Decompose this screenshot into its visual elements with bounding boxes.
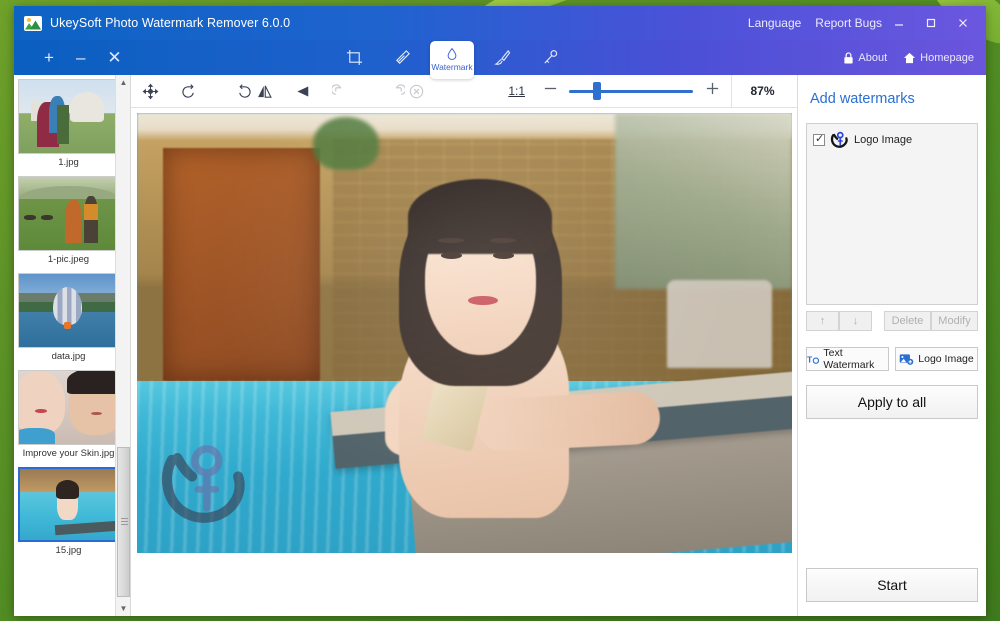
- main-toolbar: + – ✕ Wat: [14, 40, 986, 75]
- panel-spacer: [806, 419, 978, 568]
- title-bar-right: Language Report Bugs: [734, 10, 986, 36]
- thumbnail-label: 1.jpg: [18, 154, 119, 170]
- image-toolbar: 1:1 87%: [131, 75, 797, 108]
- key-logo-icon: [830, 130, 849, 149]
- zoom-slider[interactable]: [569, 84, 693, 98]
- zoom-slider-handle[interactable]: [593, 82, 601, 100]
- thumbnail-label: data.jpg: [18, 348, 119, 364]
- list-item[interactable]: 1-pic.jpeg: [18, 176, 119, 267]
- zoom-in-button[interactable]: [703, 81, 721, 101]
- picture-icon: [24, 16, 42, 31]
- thumbnail-list: 1.jpg 1-pic.jpeg data.jpg: [14, 75, 130, 558]
- home-icon: [903, 52, 916, 64]
- preview-image[interactable]: [137, 113, 792, 553]
- watermark-tool-label: Watermark: [431, 62, 472, 72]
- flip-vertical-icon[interactable]: [283, 75, 321, 108]
- pan-tool-icon[interactable]: [131, 75, 169, 108]
- image-watermark-icon: [899, 353, 914, 366]
- title-bar: UkeySoft Photo Watermark Remover 6.0.0 L…: [14, 6, 986, 40]
- brush-tool[interactable]: [482, 41, 522, 74]
- window-body: 1.jpg 1-pic.jpeg data.jpg: [14, 75, 986, 616]
- list-item[interactable]: Improve your Skin.jpg: [18, 370, 119, 461]
- thumbnail-image[interactable]: [18, 467, 119, 542]
- scrollbar-thumb[interactable]: [117, 447, 130, 597]
- thumbnail-image[interactable]: [18, 370, 119, 445]
- thumbnail-label: 1-pic.jpeg: [18, 251, 119, 267]
- eraser-tool[interactable]: [382, 41, 422, 74]
- toolbar-right-links: About Homepage: [843, 52, 986, 64]
- about-label: About: [858, 52, 887, 64]
- thumbnail-label: Improve your Skin.jpg: [18, 445, 119, 461]
- logo-image-button[interactable]: Logo Image: [895, 347, 978, 371]
- move-up-button[interactable]: ↑: [806, 311, 839, 331]
- delete-button[interactable]: Delete: [884, 311, 931, 331]
- thumbnail-image[interactable]: [18, 176, 119, 251]
- rotate-left-icon[interactable]: [169, 75, 207, 108]
- watermark-item-label: Logo Image: [854, 134, 912, 146]
- text-watermark-icon: T: [807, 353, 819, 366]
- desktop-background: UkeySoft Photo Watermark Remover 6.0.0 L…: [0, 0, 1000, 621]
- rotate-right-icon[interactable]: [207, 75, 245, 108]
- list-item[interactable]: data.jpg: [18, 273, 119, 364]
- thumbnail-scrollbar[interactable]: ▲ ▼: [115, 75, 130, 616]
- apply-to-all-button[interactable]: Apply to all: [806, 385, 978, 419]
- lock-icon: [843, 52, 854, 64]
- scroll-up-icon[interactable]: ▲: [116, 75, 131, 90]
- scroll-down-icon[interactable]: ▼: [116, 601, 131, 616]
- watermark-logo-overlay[interactable]: [159, 436, 251, 528]
- watermark-tool[interactable]: Watermark: [430, 41, 474, 79]
- crop-tool[interactable]: [334, 41, 374, 74]
- list-item[interactable]: 1.jpg: [18, 79, 119, 170]
- about-link[interactable]: About: [843, 52, 887, 64]
- thumbnail-image[interactable]: [18, 273, 119, 348]
- clear-files-button[interactable]: ✕: [107, 49, 121, 66]
- homepage-label: Homepage: [920, 52, 974, 64]
- homepage-link[interactable]: Homepage: [903, 52, 974, 64]
- window-title: UkeySoft Photo Watermark Remover 6.0.0: [50, 16, 290, 30]
- remove-file-button[interactable]: –: [76, 49, 85, 66]
- zoom-slider-track: [569, 90, 693, 93]
- close-button[interactable]: [948, 10, 978, 36]
- minimize-button[interactable]: [884, 10, 914, 36]
- canvas-area[interactable]: [131, 108, 797, 616]
- app-window: UkeySoft Photo Watermark Remover 6.0.0 L…: [14, 6, 986, 616]
- right-panel: Add watermarks Logo Image: [798, 75, 986, 616]
- watermark-type-buttons: T Text Watermark Logo Ima: [806, 347, 978, 371]
- zoom-controls: 1:1 87%: [502, 75, 797, 108]
- list-item[interactable]: Logo Image: [813, 130, 971, 149]
- redo-icon[interactable]: [359, 75, 397, 108]
- language-link[interactable]: Language: [748, 16, 801, 30]
- watermark-list[interactable]: Logo Image: [806, 123, 978, 305]
- svg-text:T: T: [807, 354, 813, 364]
- modify-button[interactable]: Modify: [931, 311, 978, 331]
- move-down-button[interactable]: ↓: [839, 311, 872, 331]
- tool-tabs: Watermark: [334, 40, 570, 75]
- text-watermark-label: Text Watermark: [823, 347, 888, 371]
- report-bugs-link[interactable]: Report Bugs: [815, 16, 882, 30]
- watermark-checkbox[interactable]: [813, 134, 825, 146]
- undo-icon[interactable]: [321, 75, 359, 108]
- file-operations-group: + – ✕: [14, 49, 122, 66]
- editor-area: 1:1 87%: [131, 75, 798, 616]
- zoom-out-button[interactable]: [541, 81, 559, 101]
- zoom-percent-label: 87%: [731, 75, 793, 108]
- zoom-fit-button[interactable]: 1:1: [502, 84, 531, 98]
- logo-image-label: Logo Image: [918, 353, 973, 365]
- add-files-button[interactable]: +: [44, 49, 54, 66]
- list-controls: ↑ ↓ Delete Modify: [806, 311, 978, 331]
- maximize-button[interactable]: [916, 10, 946, 36]
- panel-title: Add watermarks: [806, 75, 978, 123]
- thumbnail-panel: 1.jpg 1-pic.jpeg data.jpg: [14, 75, 131, 616]
- text-watermark-button[interactable]: T Text Watermark: [806, 347, 889, 371]
- list-item[interactable]: 15.jpg: [18, 467, 119, 558]
- magic-key-tool[interactable]: [530, 41, 570, 74]
- start-button[interactable]: Start: [806, 568, 978, 602]
- thumbnail-label: 15.jpg: [18, 542, 119, 558]
- thumbnail-image[interactable]: [18, 79, 119, 154]
